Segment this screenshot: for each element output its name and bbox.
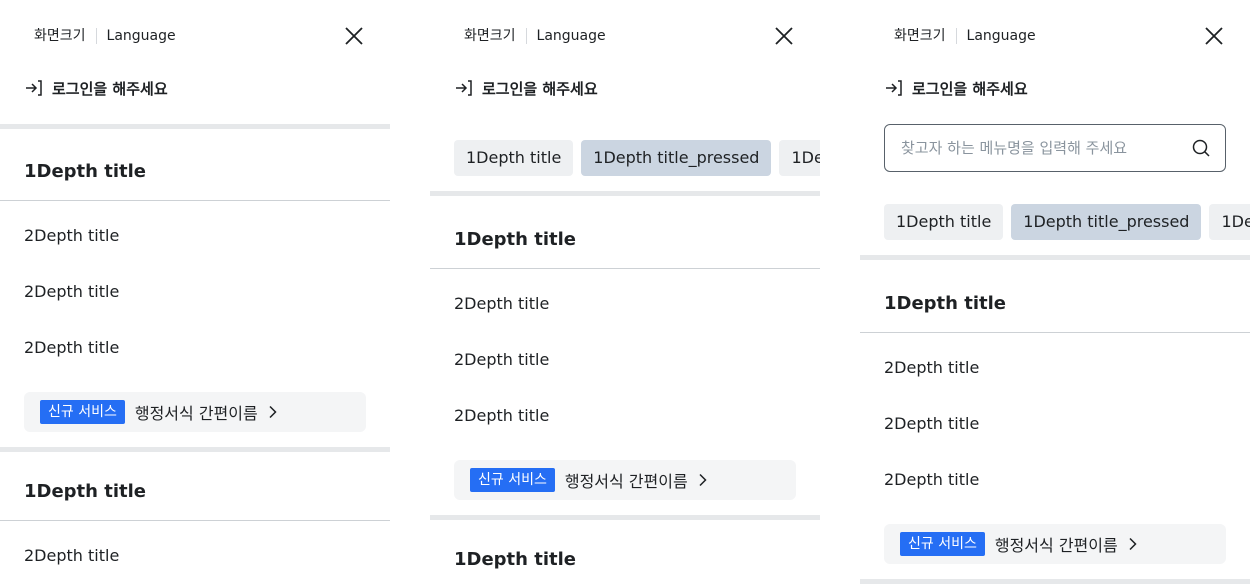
- section-separator: [860, 255, 1250, 260]
- login-icon: [26, 80, 42, 96]
- divider-line: [0, 200, 390, 201]
- login-link[interactable]: 로그인을 해주세요: [454, 76, 598, 100]
- new-service-banner[interactable]: 신규 서비스 행정서식 간편이름: [884, 524, 1226, 564]
- new-service-banner[interactable]: 신규 서비스 행정서식 간편이름: [454, 460, 796, 500]
- login-icon: [886, 80, 902, 96]
- depth2-item[interactable]: 2Depth title: [24, 544, 119, 568]
- chip-depth1[interactable]: 1Depth title: [454, 140, 574, 176]
- login-label: 로그인을 해주세요: [52, 79, 168, 98]
- section-separator: [430, 515, 820, 520]
- depth2-item[interactable]: 2Depth title: [884, 412, 979, 436]
- new-service-banner[interactable]: 신규 서비스 행정서식 간편이름: [24, 392, 366, 432]
- depth1-title[interactable]: 1Depth title: [454, 228, 576, 252]
- utility-bar: 화면크기 Language: [884, 24, 1226, 48]
- close-icon[interactable]: [342, 24, 366, 48]
- depth1-title[interactable]: 1Depth title: [24, 160, 146, 184]
- login-icon: [456, 80, 472, 96]
- depth1-title[interactable]: 1Depth title: [454, 548, 576, 572]
- close-icon[interactable]: [772, 24, 796, 48]
- divider-line: [860, 332, 1250, 333]
- language-link[interactable]: Language: [97, 27, 186, 45]
- utility-bar: 화면크기 Language: [24, 24, 366, 48]
- screen-size-link[interactable]: 화면크기: [454, 27, 526, 45]
- new-service-badge: 신규 서비스: [40, 400, 125, 424]
- section-separator: [430, 191, 820, 196]
- new-service-badge: 신규 서비스: [470, 468, 555, 492]
- depth2-item[interactable]: 2Depth title: [454, 348, 549, 372]
- section-separator: [0, 124, 390, 129]
- depth2-item[interactable]: 2Depth title: [24, 280, 119, 304]
- chevron-right-icon: [699, 473, 707, 487]
- menu-search-input[interactable]: [901, 139, 1191, 157]
- chip-depth1-pressed[interactable]: 1Depth title_pressed: [1011, 204, 1202, 240]
- search-icon[interactable]: [1191, 138, 1211, 158]
- language-link[interactable]: Language: [527, 27, 616, 45]
- language-link[interactable]: Language: [957, 27, 1046, 45]
- depth2-item[interactable]: 2Depth title: [884, 468, 979, 492]
- depth2-item[interactable]: 2Depth title: [24, 336, 119, 360]
- section-separator: [860, 579, 1250, 584]
- mobile-menu-panel-chips: 화면크기 Language 로그인을 해주세요 1Depth title 1De…: [430, 0, 820, 584]
- section-separator: [0, 447, 390, 452]
- depth2-item[interactable]: 2Depth title: [454, 292, 549, 316]
- depth1-title[interactable]: 1Depth title: [884, 292, 1006, 316]
- mobile-menu-panel-search: 화면크기 Language 로그인을 해주세요 1Depth title 1De…: [860, 0, 1250, 584]
- chip-depth1[interactable]: 1Depth title: [884, 204, 1004, 240]
- service-name: 행정서식 간편이름: [134, 404, 258, 423]
- chevron-right-icon: [1129, 537, 1137, 551]
- service-name: 행정서식 간편이름: [994, 536, 1118, 555]
- depth1-chip-list: 1Depth title 1Depth title_pressed 1Dep: [454, 140, 820, 176]
- chip-depth1-pressed[interactable]: 1Depth title_pressed: [581, 140, 772, 176]
- mobile-menu-panel-basic: 화면크기 Language 로그인을 해주세요 1Depth title 2De…: [0, 0, 390, 584]
- chevron-right-icon: [269, 405, 277, 419]
- new-service-badge: 신규 서비스: [900, 532, 985, 556]
- divider-line: [0, 520, 390, 521]
- divider-line: [430, 268, 820, 269]
- login-link[interactable]: 로그인을 해주세요: [884, 76, 1028, 100]
- login-label: 로그인을 해주세요: [912, 79, 1028, 98]
- menu-search-box: [884, 124, 1226, 172]
- chip-depth1-partial[interactable]: 1Dep: [1209, 204, 1250, 240]
- depth2-item[interactable]: 2Depth title: [454, 404, 549, 428]
- screen-size-link[interactable]: 화면크기: [24, 27, 96, 45]
- utility-bar: 화면크기 Language: [454, 24, 796, 48]
- depth2-item[interactable]: 2Depth title: [24, 224, 119, 248]
- chip-depth1-partial[interactable]: 1Dep: [779, 140, 820, 176]
- service-name: 행정서식 간편이름: [564, 472, 688, 491]
- depth2-item[interactable]: 2Depth title: [884, 356, 979, 380]
- login-label: 로그인을 해주세요: [482, 79, 598, 98]
- login-link[interactable]: 로그인을 해주세요: [24, 76, 168, 100]
- depth1-chip-list: 1Depth title 1Depth title_pressed 1Dep: [884, 204, 1250, 240]
- close-icon[interactable]: [1202, 24, 1226, 48]
- depth1-title[interactable]: 1Depth title: [24, 480, 146, 504]
- screen-size-link[interactable]: 화면크기: [884, 27, 956, 45]
